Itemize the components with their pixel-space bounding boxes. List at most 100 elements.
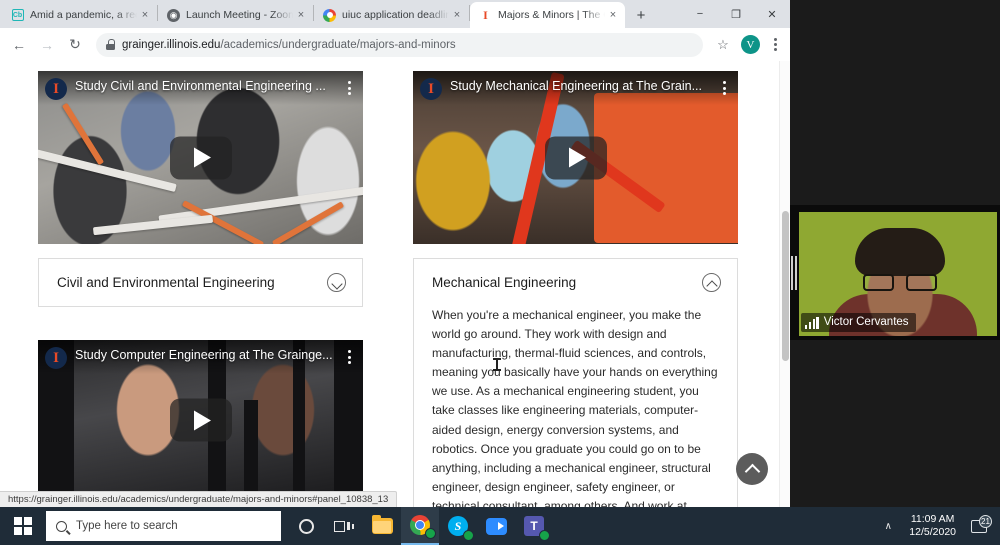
maximize-button[interactable]: ❐ xyxy=(718,0,754,28)
chrome-browser-window: Cb Amid a pandemic, a reckoning f × ◉ La… xyxy=(0,0,790,507)
tab-close-icon[interactable]: × xyxy=(293,7,309,23)
participant-name-badge: Victor Cervantes xyxy=(801,313,916,332)
video-menu-kebab-icon[interactable] xyxy=(718,78,730,95)
zoom-icon[interactable] xyxy=(477,507,515,545)
search-icon xyxy=(53,518,70,534)
accordion-title: Mechanical Engineering xyxy=(432,275,577,290)
chrome-menu-icon[interactable] xyxy=(766,38,784,51)
windows-logo-icon xyxy=(14,517,32,535)
accordion-mechanical: Mechanical Engineering When you're a mec… xyxy=(413,258,738,507)
tab-close-icon[interactable]: × xyxy=(137,7,153,23)
browser-tab-3[interactable]: uiuc application deadline - Goog × xyxy=(314,2,469,28)
accordion-header-civil[interactable]: Civil and Environmental Engineering xyxy=(39,259,362,306)
illinois-logo-icon: I xyxy=(45,78,67,100)
window-controls: − ❐ ✕ xyxy=(682,0,790,28)
participant-glasses xyxy=(863,274,937,291)
skype-icon[interactable]: S xyxy=(439,507,477,545)
browser-tab-2[interactable]: ◉ Launch Meeting - Zoom × xyxy=(158,2,313,28)
participant-name: Victor Cervantes xyxy=(823,316,909,328)
forward-button[interactable]: → xyxy=(34,32,60,58)
tab-favicon-illinois-icon: I xyxy=(483,8,488,22)
video-title-overlay: I Study Computer Engineering at The Grai… xyxy=(38,340,363,374)
chevron-down-icon[interactable] xyxy=(327,273,346,292)
accordion-body-text: When you're a mechanical engineer, you m… xyxy=(432,308,718,507)
accordion-title: Civil and Environmental Engineering xyxy=(57,275,275,290)
tab-favicon-globe-icon: ◉ xyxy=(167,8,180,22)
bookmark-star-icon[interactable]: ☆ xyxy=(711,37,735,53)
clock-date: 12/5/2020 xyxy=(909,526,956,538)
tab-title: Majors & Minors | The Grainger xyxy=(498,9,605,21)
desktop-screen: Cb Amid a pandemic, a reckoning f × ◉ La… xyxy=(0,0,1000,545)
participant-hair xyxy=(855,228,945,276)
zoom-participant-video: Victor Cervantes xyxy=(799,212,997,336)
clock-time: 11:09 AM xyxy=(910,513,955,525)
illinois-logo-icon: I xyxy=(45,347,67,369)
video-player-mechanical[interactable]: I Study Mechanical Engineering at The Gr… xyxy=(413,71,738,244)
majors-grid: I Study Civil and Environmental Engineer… xyxy=(38,71,770,507)
tab-favicon-google-icon xyxy=(323,8,336,22)
url-path: /academics/undergraduate/majors-and-mino… xyxy=(220,38,456,51)
url-text: grainger.illinois.edu/academics/undergra… xyxy=(122,39,456,51)
system-tray: ∧ 11:09 AM 12/5/2020 21 xyxy=(875,513,1000,539)
play-icon[interactable] xyxy=(544,136,607,179)
file-explorer-icon[interactable] xyxy=(363,507,401,545)
column-right: I Study Mechanical Engineering at The Gr… xyxy=(413,71,738,507)
cortana-icon[interactable] xyxy=(287,507,325,545)
taskbar-app-icons: S T xyxy=(287,507,553,545)
video-title: Study Computer Engineering at The Graing… xyxy=(75,348,333,362)
lock-icon xyxy=(106,39,115,50)
zoom-video-panel[interactable]: Victor Cervantes xyxy=(790,205,1000,340)
address-bar[interactable]: grainger.illinois.edu/academics/undergra… xyxy=(96,32,703,57)
back-button[interactable]: ← xyxy=(6,32,32,58)
reload-button[interactable]: ↻ xyxy=(62,32,88,58)
illinois-logo-icon: I xyxy=(420,78,442,100)
video-player-computer[interactable]: I Study Computer Engineering at The Grai… xyxy=(38,340,363,500)
chevron-up-icon[interactable] xyxy=(702,273,721,292)
tab-close-icon[interactable]: × xyxy=(449,7,465,23)
close-window-button[interactable]: ✕ xyxy=(754,0,790,28)
tab-strip: Cb Amid a pandemic, a reckoning f × ◉ La… xyxy=(0,0,790,28)
task-view-icon[interactable] xyxy=(325,507,363,545)
accordion-header-mechanical[interactable]: Mechanical Engineering xyxy=(414,259,737,306)
tab-favicon-news-icon: Cb xyxy=(11,9,24,22)
url-host: grainger.illinois.edu xyxy=(122,38,221,51)
video-menu-kebab-icon[interactable] xyxy=(343,347,355,364)
new-tab-button[interactable]: + xyxy=(628,2,654,28)
browser-toolbar: ← → ↻ grainger.illinois.edu/academics/un… xyxy=(0,28,790,61)
tab-title: Launch Meeting - Zoom xyxy=(186,9,293,21)
browser-tab-1[interactable]: Cb Amid a pandemic, a reckoning f × xyxy=(2,2,157,28)
accordion-civil: Civil and Environmental Engineering xyxy=(38,258,363,307)
show-hidden-icons-icon[interactable]: ∧ xyxy=(875,521,901,532)
notification-center-icon[interactable]: 21 xyxy=(964,514,994,533)
profile-avatar[interactable]: V xyxy=(741,35,760,54)
text-cursor xyxy=(493,358,501,371)
scroll-to-top-button[interactable] xyxy=(736,453,768,485)
signal-bars-icon xyxy=(805,317,819,329)
page-viewport: I Study Civil and Environmental Engineer… xyxy=(0,61,790,507)
video-title: Study Civil and Environmental Engineerin… xyxy=(75,79,326,93)
tab-close-icon[interactable]: × xyxy=(605,7,621,23)
scrollbar-thumb[interactable] xyxy=(782,211,789,361)
video-title-overlay: I Study Mechanical Engineering at The Gr… xyxy=(413,71,738,105)
windows-taskbar: Type here to search S T ∧ 11:09 AM 12/5/ xyxy=(0,507,1000,545)
teams-icon[interactable]: T xyxy=(515,507,553,545)
taskbar-clock[interactable]: 11:09 AM 12/5/2020 xyxy=(901,513,964,539)
chrome-icon[interactable] xyxy=(401,507,439,545)
page-scrollbar[interactable] xyxy=(779,61,790,507)
play-icon[interactable] xyxy=(169,398,232,442)
video-menu-kebab-icon[interactable] xyxy=(343,78,355,95)
video-title: Study Mechanical Engineering at The Grai… xyxy=(450,79,702,93)
grip-handle-icon[interactable] xyxy=(791,255,797,290)
status-bar-url: https://grainger.illinois.edu/academics/… xyxy=(0,491,398,507)
accordion-body-mechanical: When you're a mechanical engineer, you m… xyxy=(414,306,737,507)
notification-count-badge: 21 xyxy=(979,514,992,528)
browser-tab-4-active[interactable]: I Majors & Minors | The Grainger × xyxy=(470,2,625,28)
minimize-button[interactable]: − xyxy=(682,0,718,28)
tab-title: Amid a pandemic, a reckoning f xyxy=(30,9,137,21)
tab-title: uiuc application deadline - Goog xyxy=(342,9,449,21)
taskbar-search-input[interactable]: Type here to search xyxy=(46,511,281,541)
play-icon[interactable] xyxy=(169,136,232,179)
start-button[interactable] xyxy=(0,507,46,545)
video-player-civil[interactable]: I Study Civil and Environmental Engineer… xyxy=(38,71,363,244)
search-placeholder: Type here to search xyxy=(76,520,178,532)
